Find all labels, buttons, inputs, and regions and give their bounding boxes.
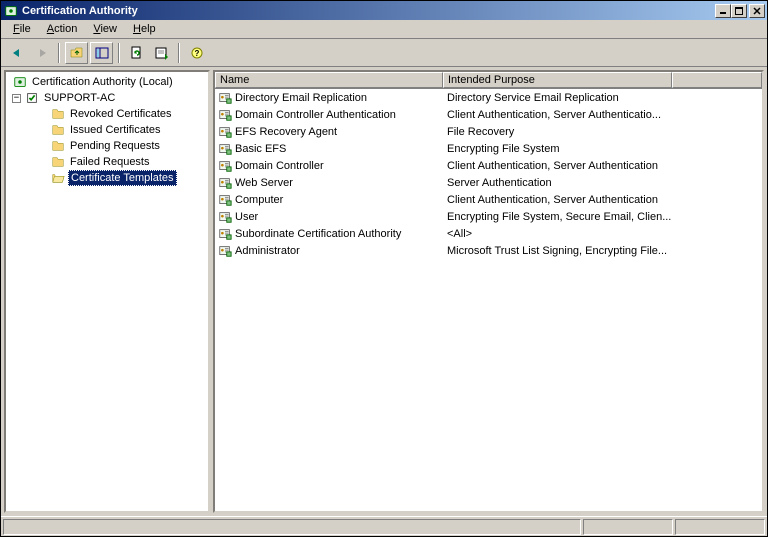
statusbar — [1, 516, 767, 536]
certificate-template-icon — [217, 90, 233, 106]
toolbar-separator — [58, 43, 60, 63]
cell-name: Domain Controller Authentication — [215, 107, 443, 123]
certificate-template-icon — [217, 175, 233, 191]
certificate-template-icon — [217, 124, 233, 140]
tree-item-label: Issued Certificates — [68, 123, 162, 137]
list-body[interactable]: Directory Email ReplicationDirectory Ser… — [215, 89, 762, 511]
cell-purpose: File Recovery — [443, 126, 672, 138]
back-button[interactable] — [5, 42, 28, 64]
list-row[interactable]: UserEncrypting File System, Secure Email… — [215, 208, 762, 225]
list-row[interactable]: Basic EFSEncrypting File System — [215, 140, 762, 157]
list-row[interactable]: EFS Recovery AgentFile Recovery — [215, 123, 762, 140]
list-row[interactable]: Directory Email ReplicationDirectory Ser… — [215, 89, 762, 106]
certificate-template-icon — [217, 209, 233, 225]
cell-purpose: Encrypting File System, Secure Email, Cl… — [443, 211, 672, 223]
certificate-template-icon — [217, 192, 233, 208]
export-list-button[interactable] — [150, 42, 173, 64]
list-row[interactable]: Web ServerServer Authentication — [215, 174, 762, 191]
tree-root[interactable]: Certification Authority (Local) — [8, 74, 206, 90]
up-button[interactable] — [65, 42, 88, 64]
tree-server-node[interactable]: − SUPPORT-AC — [8, 90, 206, 106]
tree-item-label: Failed Requests — [68, 155, 152, 169]
tree-item[interactable]: Pending Requests — [8, 138, 206, 154]
certificate-template-icon — [217, 158, 233, 174]
tree-server-label: SUPPORT-AC — [42, 91, 117, 105]
status-panel-2 — [583, 519, 673, 535]
app-icon — [3, 3, 19, 19]
cell-name: Basic EFS — [215, 141, 443, 157]
folder-icon — [50, 170, 66, 186]
cell-purpose: Client Authentication, Server Authentica… — [443, 109, 672, 121]
menu-help[interactable]: Help — [125, 21, 164, 37]
cell-name: Subordinate Certification Authority — [215, 226, 443, 242]
tree-item-label: Pending Requests — [68, 139, 162, 153]
titlebar[interactable]: Certification Authority — [1, 1, 767, 20]
column-header-name[interactable]: Name — [215, 72, 443, 88]
menu-file[interactable]: File — [5, 21, 39, 37]
cell-name: Administrator — [215, 243, 443, 259]
tree-item[interactable]: Failed Requests — [8, 154, 206, 170]
minimize-button[interactable] — [715, 4, 731, 18]
refresh-button[interactable] — [125, 42, 148, 64]
tree-item-label: Certificate Templates — [68, 170, 177, 186]
list-row[interactable]: Domain Controller AuthenticationClient A… — [215, 106, 762, 123]
cell-name: Computer — [215, 192, 443, 208]
collapse-icon[interactable]: − — [12, 94, 21, 103]
certificate-template-icon — [217, 107, 233, 123]
main-window: Certification Authority File Action View… — [0, 0, 768, 537]
list-header: Name Intended Purpose — [215, 72, 762, 89]
cell-purpose: Microsoft Trust List Signing, Encrypting… — [443, 245, 672, 257]
list-panel: Name Intended Purpose Directory Email Re… — [213, 70, 764, 513]
svg-text:?: ? — [194, 49, 199, 58]
cell-name: EFS Recovery Agent — [215, 124, 443, 140]
cell-name: Web Server — [215, 175, 443, 191]
tree-panel[interactable]: Certification Authority (Local) − SUPPOR… — [4, 70, 210, 513]
menu-action[interactable]: Action — [39, 21, 86, 37]
status-main — [3, 519, 581, 535]
toolbar-separator — [118, 43, 120, 63]
close-button[interactable] — [749, 4, 765, 18]
column-header-purpose[interactable]: Intended Purpose — [443, 72, 672, 88]
tree-root-label: Certification Authority (Local) — [30, 75, 175, 89]
maximize-button[interactable] — [731, 4, 747, 18]
folder-icon — [50, 138, 66, 154]
cell-purpose: <All> — [443, 228, 672, 240]
server-icon — [24, 90, 40, 106]
tree-item[interactable]: Issued Certificates — [8, 122, 206, 138]
certificate-template-icon — [217, 226, 233, 242]
list-row[interactable]: ComputerClient Authentication, Server Au… — [215, 191, 762, 208]
list-row[interactable]: Subordinate Certification Authority<All> — [215, 225, 762, 242]
certificate-template-icon — [217, 243, 233, 259]
window-title: Certification Authority — [22, 5, 715, 17]
cell-name: Domain Controller — [215, 158, 443, 174]
tree-item[interactable]: Certificate Templates — [8, 170, 206, 186]
folder-icon — [50, 106, 66, 122]
certificate-template-icon — [217, 141, 233, 157]
forward-button[interactable] — [30, 42, 53, 64]
status-panel-3 — [675, 519, 765, 535]
show-hide-tree-button[interactable] — [90, 42, 113, 64]
list-row[interactable]: Domain ControllerClient Authentication, … — [215, 157, 762, 174]
cell-purpose: Directory Service Email Replication — [443, 92, 672, 104]
tree-item[interactable]: Revoked Certificates — [8, 106, 206, 122]
toolbar: ? — [1, 39, 767, 67]
cell-name: Directory Email Replication — [215, 90, 443, 106]
ca-icon — [12, 74, 28, 90]
column-header-filler[interactable] — [672, 72, 762, 88]
cell-purpose: Encrypting File System — [443, 143, 672, 155]
menubar: File Action View Help — [1, 20, 767, 39]
help-button[interactable]: ? — [185, 42, 208, 64]
cell-purpose: Client Authentication, Server Authentica… — [443, 160, 672, 172]
folder-icon — [50, 154, 66, 170]
tree-item-label: Revoked Certificates — [68, 107, 174, 121]
toolbar-separator — [178, 43, 180, 63]
menu-view[interactable]: View — [85, 21, 125, 37]
cell-purpose: Server Authentication — [443, 177, 672, 189]
list-row[interactable]: AdministratorMicrosoft Trust List Signin… — [215, 242, 762, 259]
cell-purpose: Client Authentication, Server Authentica… — [443, 194, 672, 206]
window-controls — [715, 4, 765, 18]
content-area: Certification Authority (Local) − SUPPOR… — [1, 67, 767, 516]
cell-name: User — [215, 209, 443, 225]
folder-icon — [50, 122, 66, 138]
